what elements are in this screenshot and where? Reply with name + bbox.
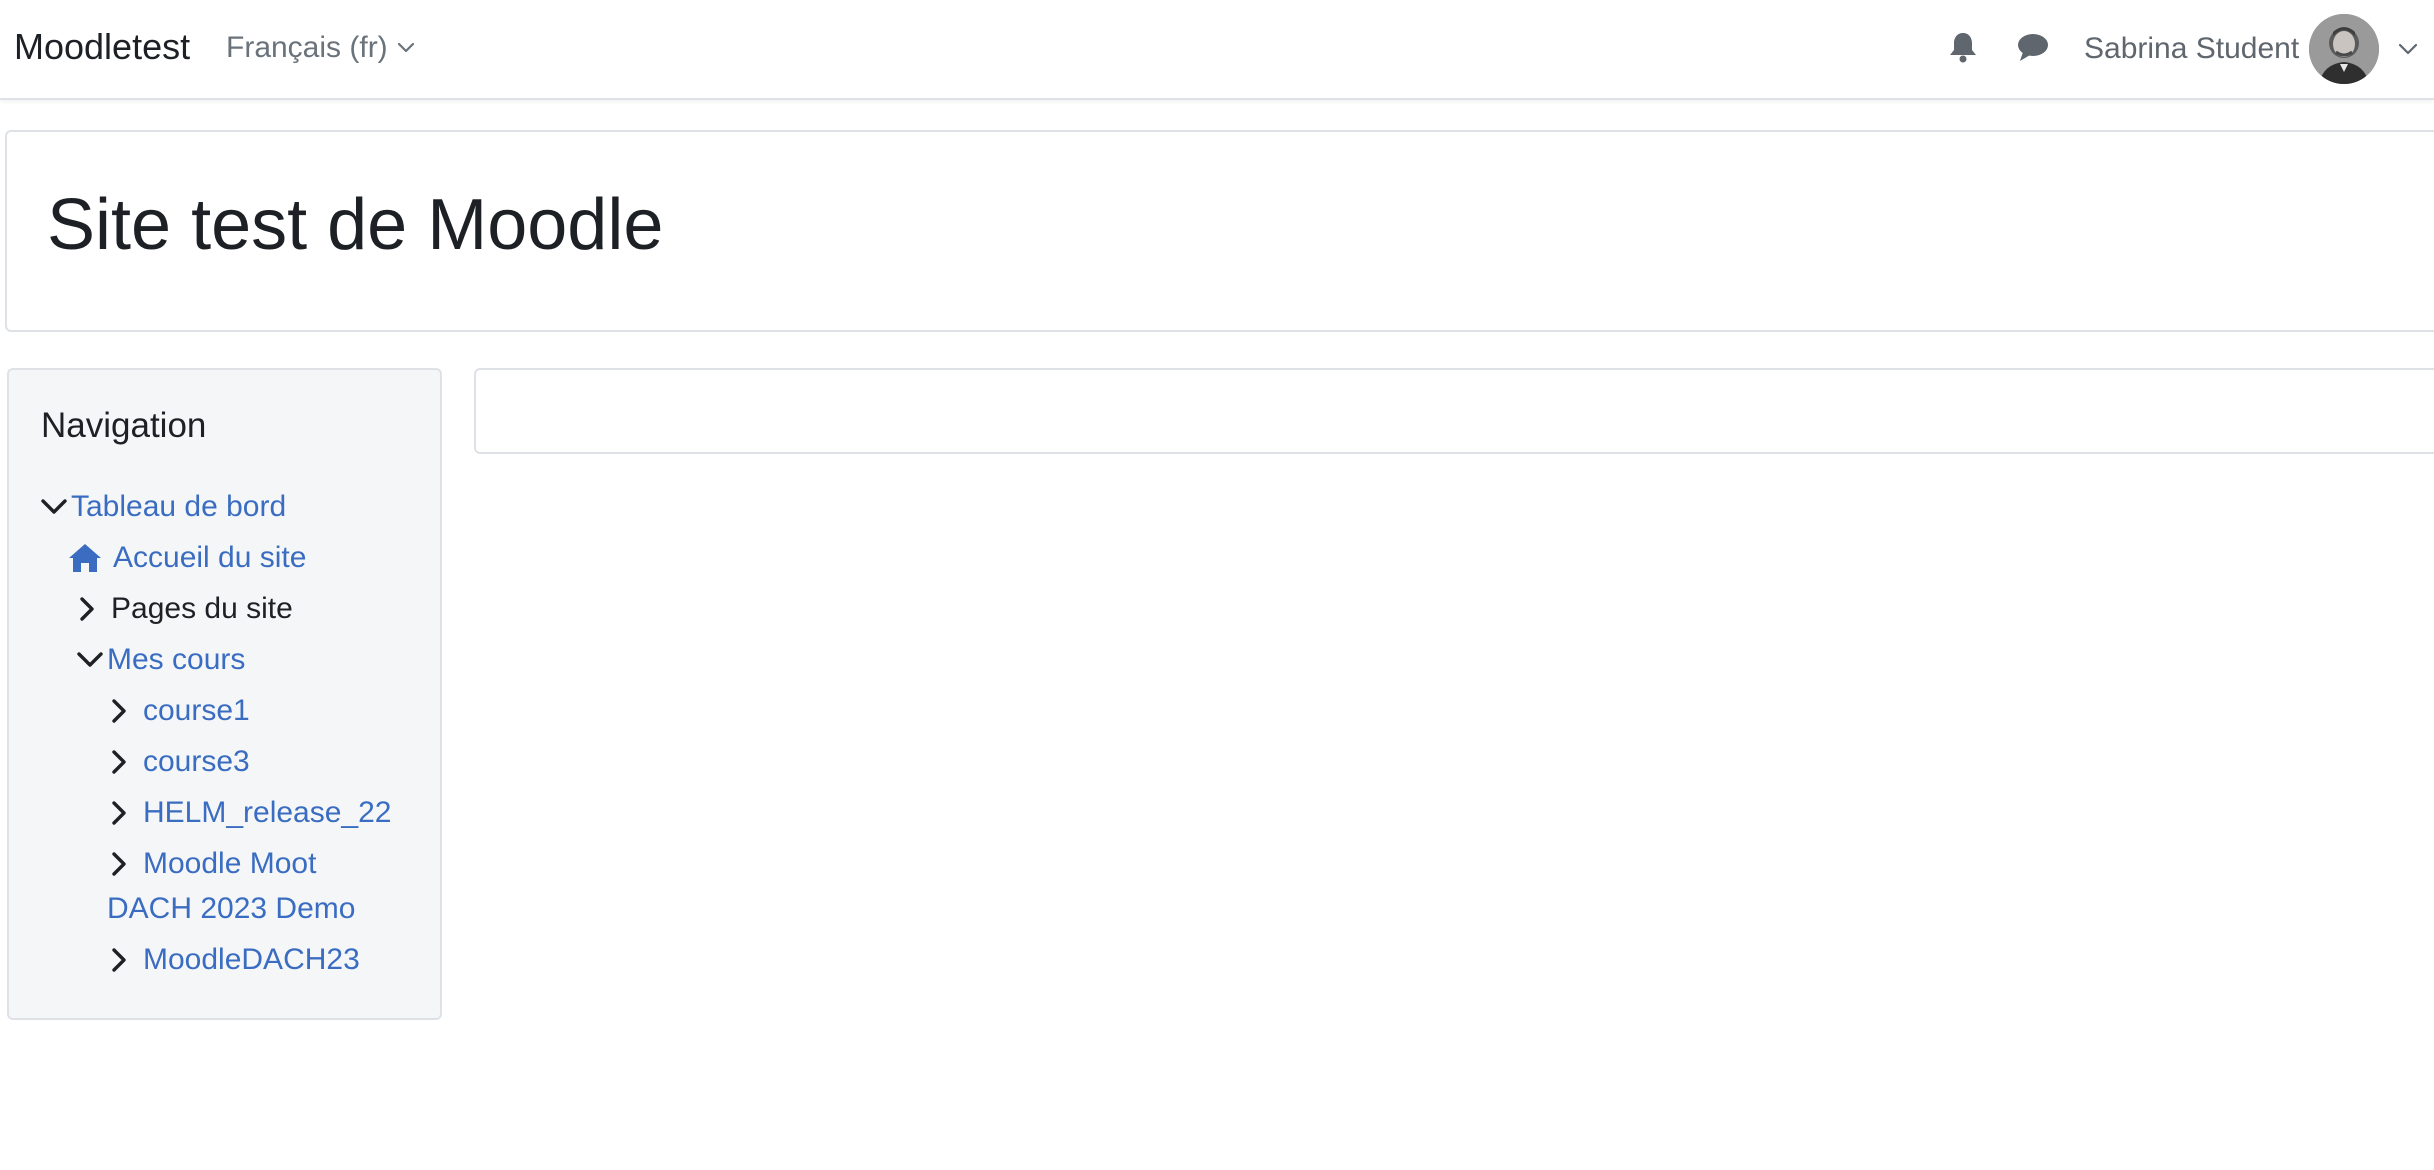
language-menu[interactable]: Français (fr) xyxy=(226,31,414,65)
chat-icon[interactable] xyxy=(2016,30,2050,64)
nav-item-helm-release-22[interactable]: HELM_release_22 xyxy=(109,790,391,835)
nav-item-moodle-moot-dach-2023-demo[interactable]: Moodle Moot xyxy=(109,841,316,886)
avatar xyxy=(2309,14,2380,84)
nav-item-label[interactable]: Tableau de bord xyxy=(71,484,286,529)
nav-item-label-line2[interactable]: DACH 2023 Demo xyxy=(107,886,355,931)
nav-item-label[interactable]: MoodleDACH23 xyxy=(143,937,360,982)
nav-item-moodledach23[interactable]: MoodleDACH23 xyxy=(109,937,360,982)
chevron-right-icon[interactable] xyxy=(77,596,97,622)
chevron-right-icon[interactable] xyxy=(109,698,129,724)
nav-item-my-courses[interactable]: Mes cours xyxy=(77,637,245,682)
main-content-region xyxy=(474,368,2434,454)
nav-item-label[interactable]: course3 xyxy=(143,739,250,784)
chevron-right-icon[interactable] xyxy=(109,800,129,826)
top-navbar: Moodletest Français (fr) Sabrina Student xyxy=(0,0,2434,100)
chevron-right-icon[interactable] xyxy=(109,851,129,877)
home-icon xyxy=(69,543,101,572)
nav-item-dashboard[interactable]: Tableau de bord xyxy=(41,484,286,529)
site-brand-link[interactable]: Moodletest xyxy=(14,26,190,68)
bell-icon[interactable] xyxy=(1946,30,1980,64)
chevron-down-icon[interactable] xyxy=(41,498,67,516)
chevron-down-icon xyxy=(2399,43,2418,54)
user-menu[interactable]: Sabrina Student xyxy=(2084,14,2418,84)
chevron-right-icon[interactable] xyxy=(109,947,129,973)
nav-item-site-pages[interactable]: Pages du site xyxy=(77,586,293,631)
nav-item-label-line1[interactable]: Moodle Moot xyxy=(143,841,316,886)
chevron-right-icon[interactable] xyxy=(109,749,129,775)
nav-item-label[interactable]: HELM_release_22 xyxy=(143,790,391,835)
page-header: Site test de Moodle xyxy=(5,130,2434,332)
navigation-block: Navigation Tableau de bord Accueil du si… xyxy=(7,368,442,1020)
nav-item-label[interactable]: Mes cours xyxy=(107,637,245,682)
chevron-down-icon xyxy=(397,43,414,53)
nav-item-label[interactable]: Accueil du site xyxy=(113,535,306,580)
nav-item-label[interactable]: Pages du site xyxy=(111,586,293,631)
user-name: Sabrina Student xyxy=(2084,32,2300,65)
language-label: Français (fr) xyxy=(226,31,388,64)
nav-item-label[interactable]: course1 xyxy=(143,688,250,733)
nav-item-course3[interactable]: course3 xyxy=(109,739,250,784)
navigation-block-title: Navigation xyxy=(41,406,207,445)
nav-item-site-home[interactable]: Accueil du site xyxy=(67,535,306,580)
chevron-down-icon[interactable] xyxy=(77,651,103,669)
page-title: Site test de Moodle xyxy=(47,185,664,265)
nav-item-course1[interactable]: course1 xyxy=(109,688,250,733)
